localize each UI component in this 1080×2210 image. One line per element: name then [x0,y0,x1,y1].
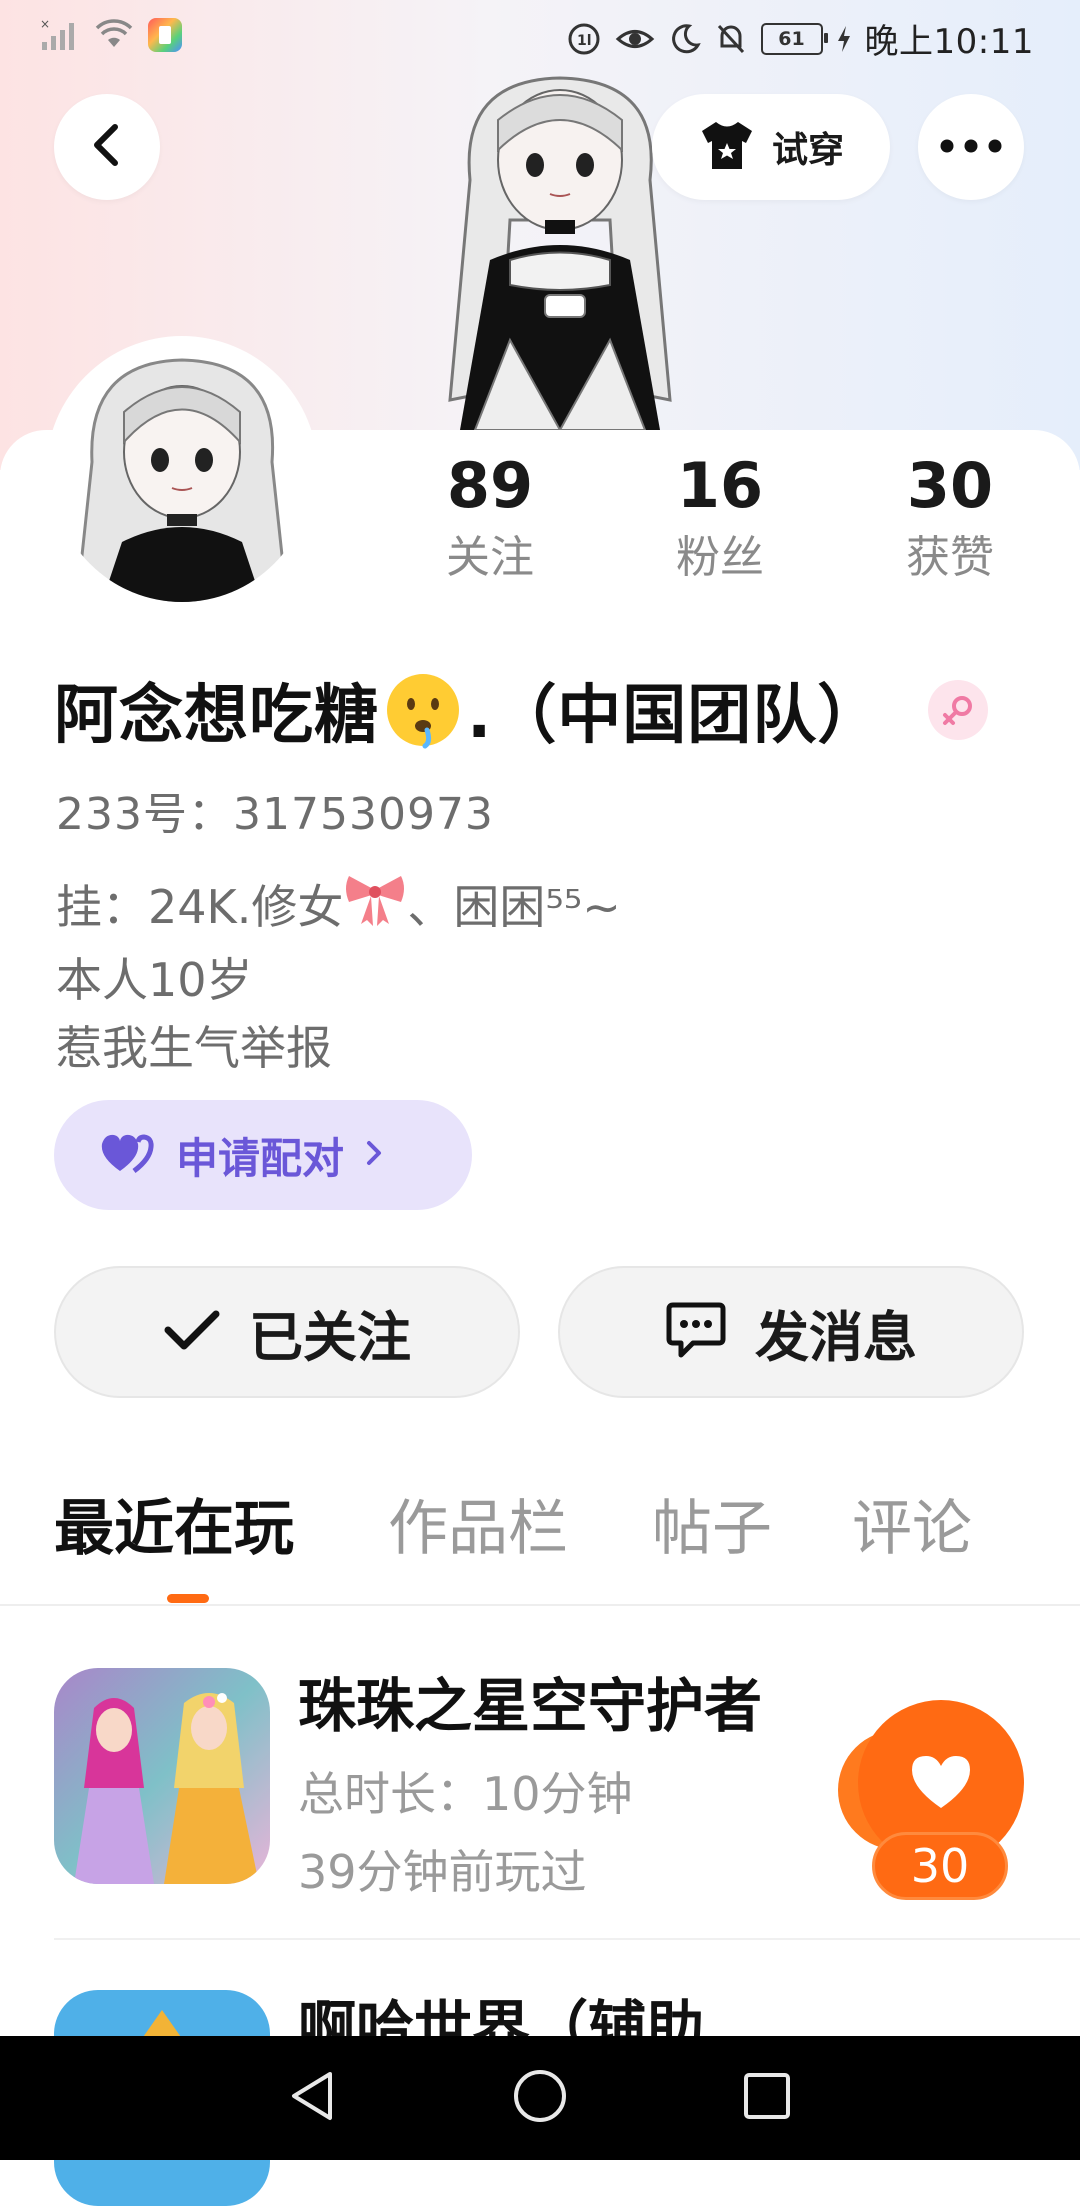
tab-recently-played[interactable]: 最近在玩 [54,1486,388,1603]
female-gender-icon [928,680,988,740]
eye-comfort-icon [615,24,655,54]
user-avatar[interactable] [52,342,312,602]
nav-recents-button[interactable] [722,2053,812,2143]
profile-tabs: 最近在玩 作品栏 帖子 评论 [54,1486,992,1603]
profile-name-suffix: .（中国团队） [467,679,883,753]
stat-value: 89 [446,449,534,522]
checkmark-icon [163,1308,221,1356]
profile-name-row: 阿念想吃糖 .（中国团队） [54,660,1034,760]
stat-label: 关注 [446,532,534,583]
nav-home-icon [512,2068,568,2128]
drooling-face-icon [383,670,463,750]
followed-label: 已关注 [249,1305,411,1369]
stat-label: 获赞 [906,532,994,583]
game-like-button[interactable]: 30 [838,1700,1028,1900]
tab-works[interactable]: 作品栏 [388,1486,652,1572]
double-heart-icon [98,1131,156,1179]
status-bar: × 1l 61 晚上10:11 [0,0,1080,72]
profile-name-prefix: 阿念想吃糖 [54,679,379,753]
status-time: 晚上10:11 [864,22,1034,62]
tab-label: 评论 [852,1494,972,1564]
battery-indicator: 61 [760,22,828,55]
game-title: 珠珠之星空守护者 [298,1672,763,1740]
stat-label: 粉丝 [676,532,764,583]
tshirt-icon [698,119,756,175]
apply-pairing-label: 申请配对 [176,1133,345,1183]
bio-line-2: 本人10岁 [56,953,253,1007]
stat-followers[interactable]: 16 粉丝 [630,448,810,608]
nav-recents-icon [742,2071,792,2125]
try-on-button[interactable]: 试穿 [652,94,890,200]
signal-icon: × [40,18,80,52]
bio-line-1: 挂：24K.修女 、困困⁵⁵~ [56,868,1016,946]
followed-button[interactable]: 已关注 [54,1266,520,1398]
back-arrow-icon [87,123,127,171]
stat-likes[interactable]: 30 获赞 [860,448,1040,608]
app-notification-icon [148,18,182,52]
active-tab-indicator [167,1594,209,1603]
send-message-button[interactable]: 发消息 [558,1266,1024,1398]
nav-back-button[interactable] [268,2053,358,2143]
bio-line-3: 惹我生气举报 [56,1021,332,1075]
svg-text:×: × [40,18,50,31]
tab-comments[interactable]: 评论 [852,1486,992,1572]
game-last-played: 39分钟前玩过 [298,1845,587,1899]
bio-text: 挂：24K.修女 [56,880,344,934]
send-message-label: 发消息 [755,1305,917,1369]
try-on-label: 试穿 [771,130,844,171]
chevron-right-icon [364,1138,384,1172]
nav-home-button[interactable] [495,2053,585,2143]
charging-icon [837,25,851,53]
game-total-time: 总时长：10分钟 [298,1767,633,1821]
svg-text:1l: 1l [577,33,592,49]
tab-label: 帖子 [652,1494,772,1564]
profile-stats: 89 关注 16 粉丝 30 获赞 [400,448,1040,608]
stat-value: 16 [676,449,764,522]
tab-label: 最近在玩 [54,1494,294,1564]
back-button[interactable] [54,94,160,200]
wifi-icon [94,19,134,51]
like-count: 30 [872,1832,1008,1900]
data-saver-icon: 1l [567,22,601,56]
stat-value: 30 [906,449,994,522]
ribbon-bow-icon [343,868,407,946]
user-id: 233号：317530973 [56,789,494,840]
apply-pairing-button[interactable]: 申请配对 [54,1100,472,1210]
list-divider [54,1938,1080,1940]
game-icon [54,1668,270,1884]
tab-label: 作品栏 [388,1494,568,1564]
heart-icon [908,1752,974,1814]
more-dots-icon [939,138,1003,157]
system-navigation-bar [0,2036,1080,2160]
stat-following[interactable]: 89 关注 [400,448,580,608]
chat-bubble-icon [665,1301,727,1363]
bio-text: 、困困⁵⁵~ [407,880,621,934]
more-options-button[interactable] [918,94,1024,200]
profile-bio: 挂：24K.修女 、困困⁵⁵~ 本人10岁 惹我生气举报 [56,868,1016,1082]
tab-posts[interactable]: 帖子 [652,1486,852,1572]
tabs-divider [0,1604,1080,1606]
mute-bell-icon [715,22,747,56]
nav-back-icon [288,2070,338,2126]
moon-icon [669,23,701,55]
